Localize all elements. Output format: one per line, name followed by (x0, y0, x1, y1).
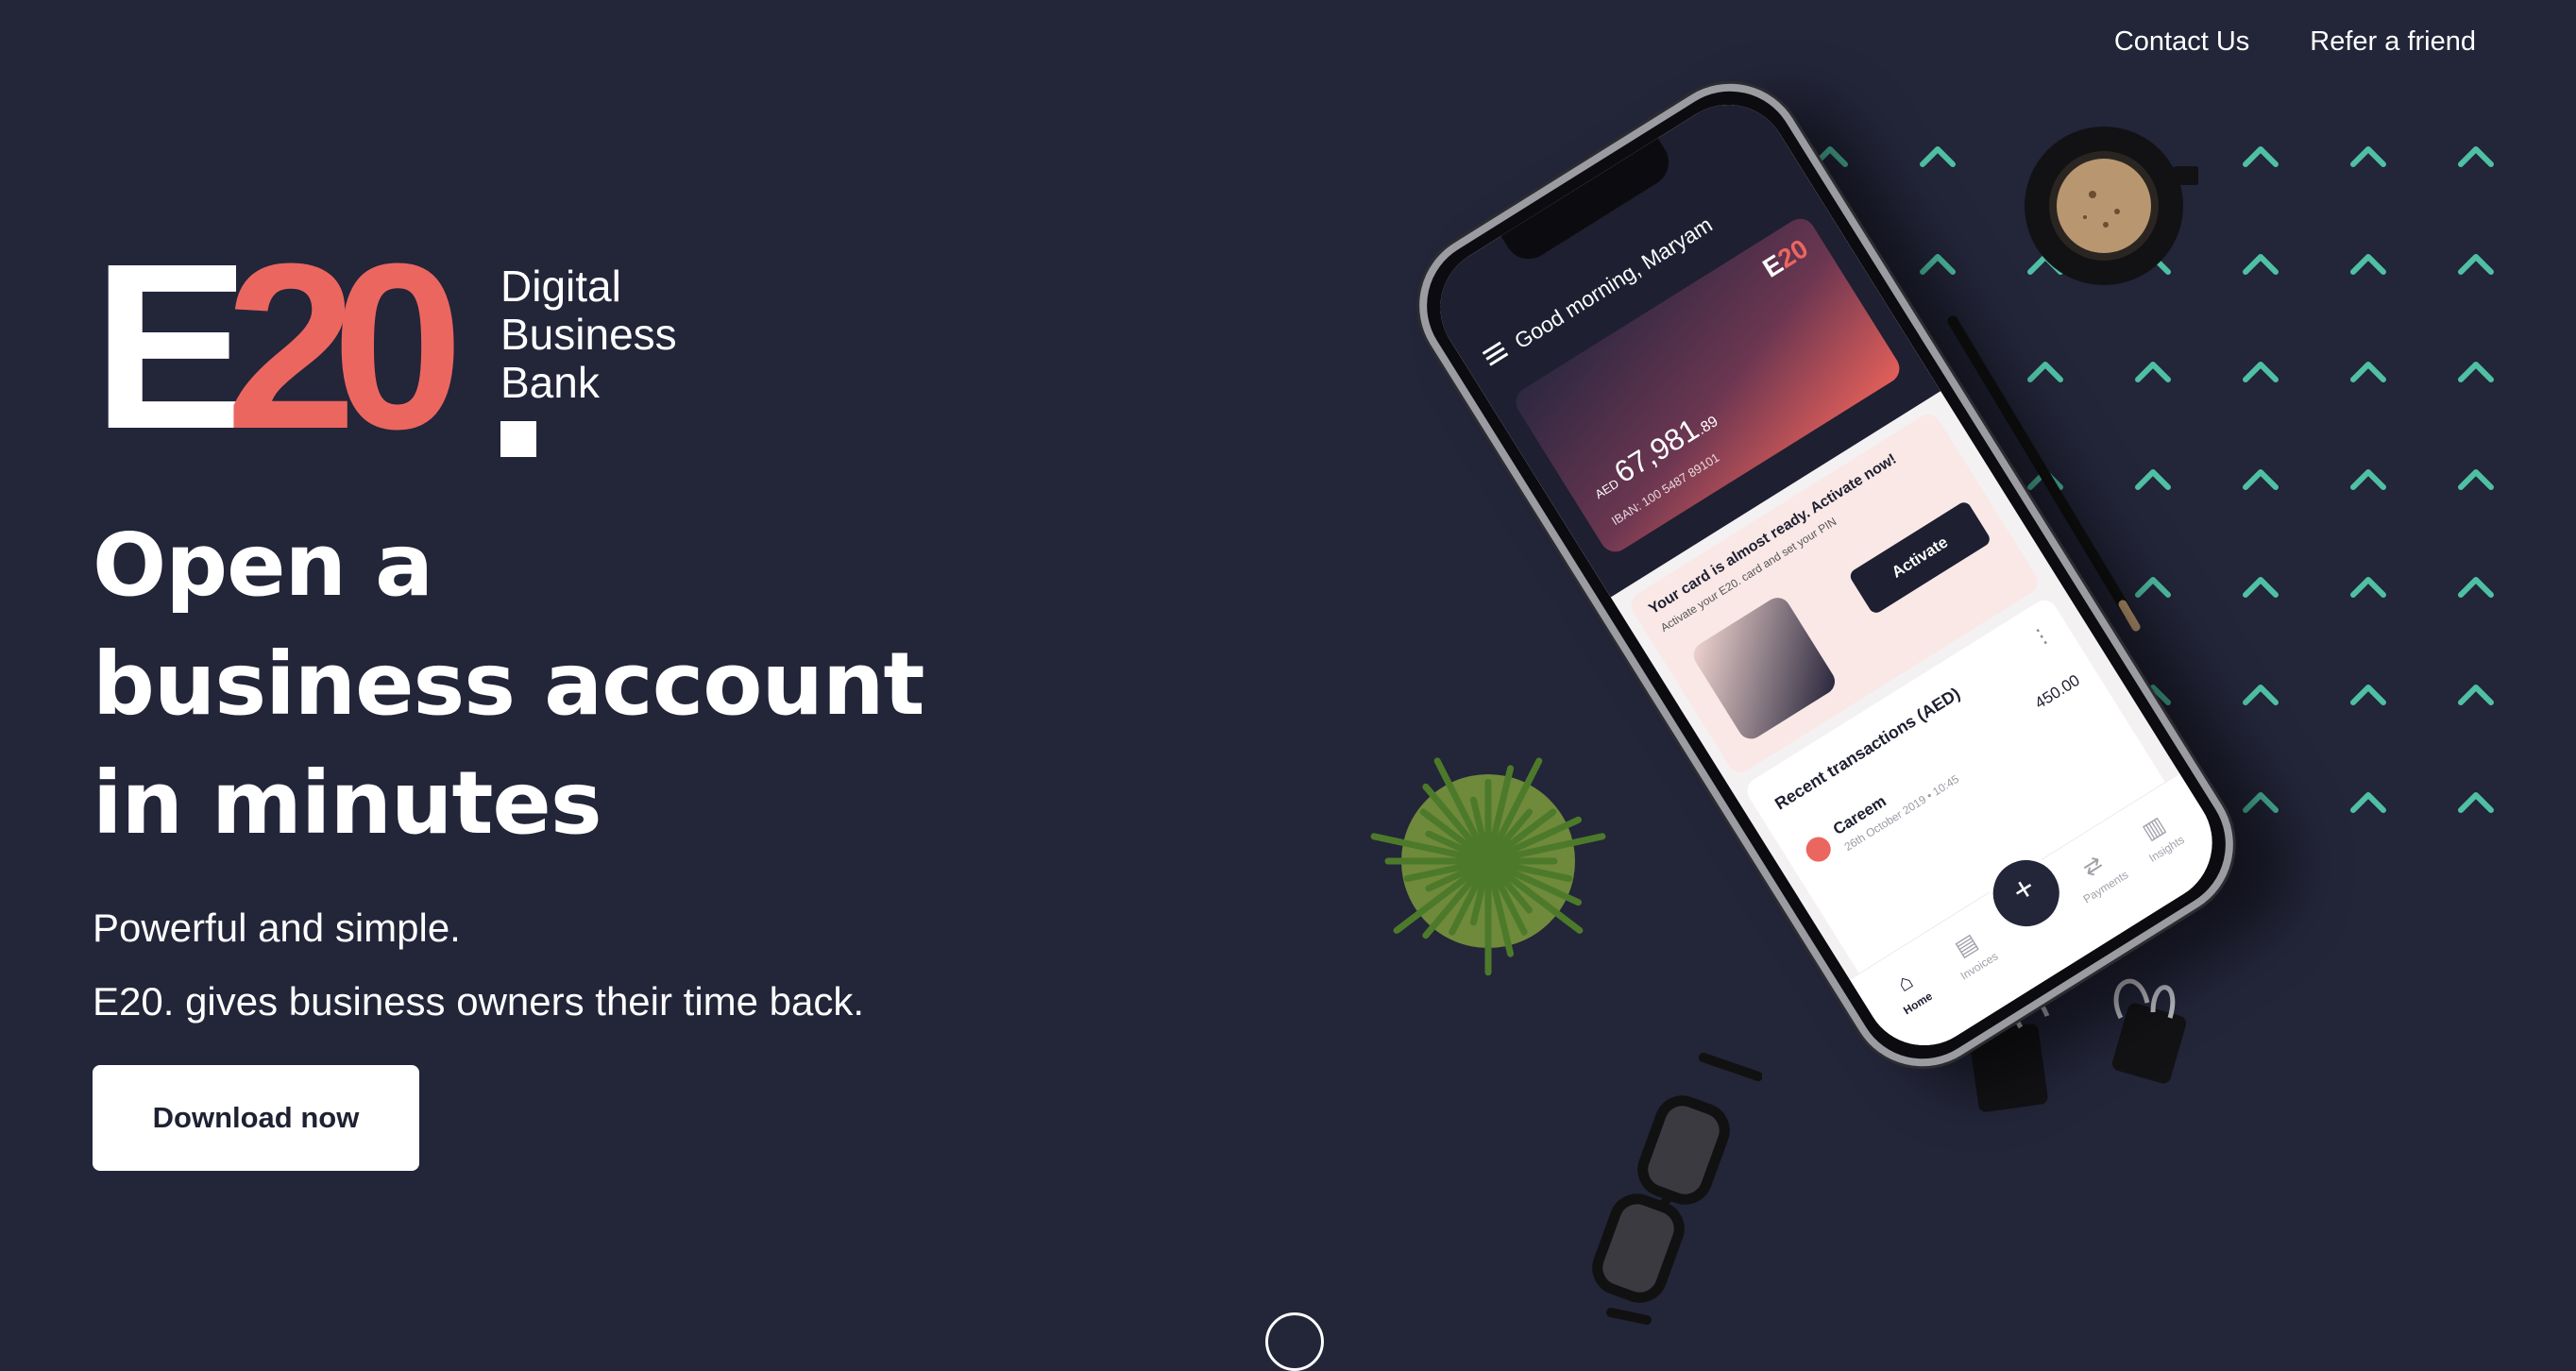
more-options-icon[interactable]: ⋮ (2026, 620, 2057, 652)
coffee-cup-image (2025, 127, 2198, 285)
potted-plant-image (1370, 757, 1606, 976)
chevron-up-icon (2243, 146, 2279, 167)
chevron-up-icon (2350, 685, 2386, 705)
chevron-up-icon (2350, 254, 2386, 275)
chevron-up-icon (2458, 792, 2494, 813)
chevron-up-icon (2458, 146, 2494, 167)
chevron-up-icon (2243, 469, 2279, 490)
chevron-up-icon (2458, 685, 2494, 705)
chevron-up-icon (2458, 362, 2494, 382)
chevron-up-icon (2350, 577, 2386, 598)
chevron-up-icon (2350, 362, 2386, 382)
chevron-up-icon (1920, 254, 1956, 275)
card-logo: E20 (1757, 233, 1814, 283)
chevron-up-icon (2458, 469, 2494, 490)
card-illustration (1688, 592, 1840, 744)
chevron-up-icon (2243, 577, 2279, 598)
chevron-up-icon (2350, 146, 2386, 167)
eyeglasses-image (1592, 1053, 1762, 1325)
transaction-category-icon (1801, 832, 1836, 867)
chevron-up-icon (2350, 469, 2386, 490)
activate-button[interactable]: Activate (1847, 499, 1992, 616)
chevron-up-icon (2458, 577, 2494, 598)
chevron-up-icon (2350, 792, 2386, 813)
chevron-up-icon (2243, 254, 2279, 275)
chevron-up-icon (2243, 362, 2279, 382)
transaction-amount: 450.00 (2031, 670, 2083, 713)
chevron-up-icon (2458, 254, 2494, 275)
chevron-up-icon (1920, 146, 1956, 167)
chevron-up-icon (2243, 792, 2279, 813)
chevron-up-icon (2243, 685, 2279, 705)
